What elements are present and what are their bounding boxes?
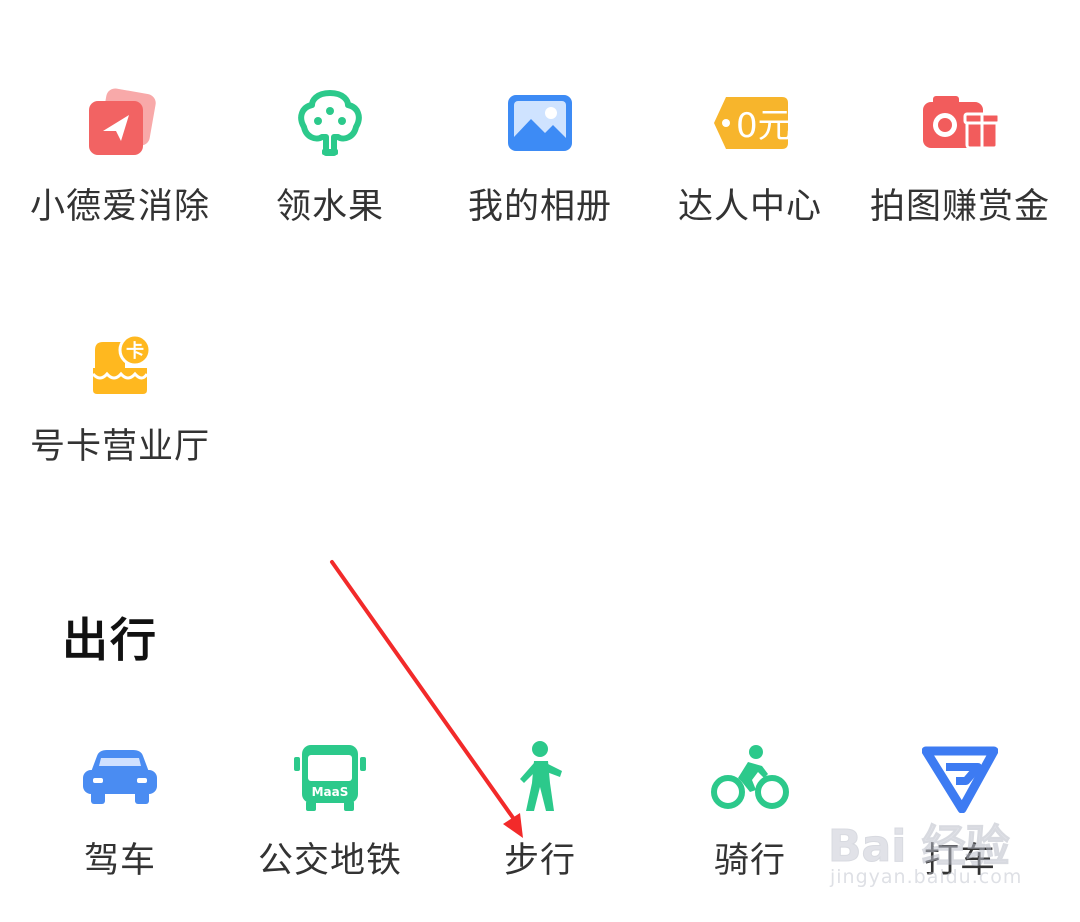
taxi-logo-icon <box>915 732 1005 822</box>
car-icon <box>75 732 165 822</box>
walking-person-icon <box>495 732 585 822</box>
service-label: 我的相册 <box>467 187 612 227</box>
tag-text: 0元 <box>736 106 790 146</box>
section-title-travel: 出行 <box>62 613 158 667</box>
service-my-album[interactable]: 我的相册 <box>435 78 645 268</box>
travel-taxi[interactable]: 打车 <box>855 732 1065 922</box>
service-collect-fruit[interactable]: 领水果 <box>225 78 435 268</box>
price-tag-icon: 0元 <box>705 78 795 168</box>
sim-card-shop-icon: 卡 <box>75 318 165 408</box>
service-photo-bounty[interactable]: 拍图赚赏金 <box>855 78 1065 268</box>
travel-label: 驾车 <box>83 841 156 881</box>
travel-label: 骑行 <box>713 841 786 881</box>
service-label: 领水果 <box>275 187 384 227</box>
cycling-icon <box>705 732 795 822</box>
bus-icon: MaaS <box>285 732 375 822</box>
travel-bus-subway[interactable]: MaaS 公交地铁 <box>225 732 435 922</box>
service-label: 号卡营业厅 <box>29 427 210 467</box>
service-label: 拍图赚赏金 <box>869 187 1050 227</box>
camera-gift-icon <box>915 78 1005 168</box>
bus-text: MaaS <box>312 785 349 799</box>
photo-album-icon <box>495 78 585 168</box>
travel-label: 步行 <box>503 841 576 881</box>
service-xiaode-elimination[interactable]: 小德爱消除 <box>15 78 225 268</box>
travel-drive[interactable]: 驾车 <box>15 732 225 922</box>
badge-text: 卡 <box>126 340 144 362</box>
travel-cycling[interactable]: 骑行 <box>645 732 855 922</box>
paper-plane-card-icon <box>75 78 165 168</box>
travel-walk[interactable]: 步行 <box>435 732 645 922</box>
service-label: 达人中心 <box>677 187 822 227</box>
service-expert-center[interactable]: 0元 达人中心 <box>645 78 855 268</box>
travel-label: 公交地铁 <box>257 841 402 881</box>
service-sim-card-hall[interactable]: 卡 号卡营业厅 <box>15 318 225 508</box>
tree-icon <box>285 78 375 168</box>
travel-label: 打车 <box>923 841 996 881</box>
service-label: 小德爱消除 <box>29 187 210 227</box>
